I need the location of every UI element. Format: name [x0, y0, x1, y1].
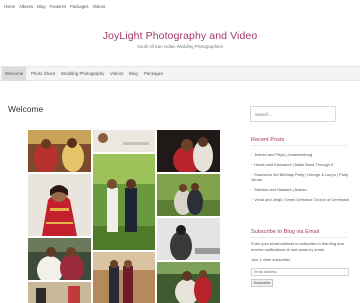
main-nav: Welcome Photo Shoot Wedding Photography … — [0, 66, 360, 81]
chevron-right-icon: › — [251, 197, 253, 202]
main-nav-packages[interactable]: Packages — [141, 67, 166, 81]
subscriber-count: Join 1 other subscriber — [251, 257, 291, 262]
site-tagline: South African Indian Wedding Photographe… — [137, 44, 223, 49]
recent-post-link[interactable]: › Shenika and Natasha | Avanto — [251, 187, 351, 192]
gallery-photo-couple-walking-path[interactable] — [93, 252, 155, 303]
page-title: Welcome — [8, 104, 44, 114]
recent-post-link[interactable]: › Vimal and Jesjit | Greek Orthodox Churc… — [251, 197, 351, 202]
gallery-photo-bride-couple-ceremony[interactable] — [28, 130, 91, 172]
gallery-photo-bride-side-profile[interactable] — [157, 262, 220, 303]
chevron-right-icon: › — [251, 187, 253, 192]
main-nav-wedding-photography[interactable]: Wedding Photography — [58, 67, 107, 81]
recent-post-title: Jeshen and Priya | Johannesburg — [254, 152, 313, 157]
email-field[interactable] — [251, 268, 349, 276]
main-nav-videos[interactable]: Videos — [107, 67, 126, 81]
main-nav-photo-shoot[interactable]: Photo Shoot — [28, 67, 58, 81]
gallery-photo-couple-in-red[interactable] — [157, 130, 220, 172]
recent-post-title: Shanesha 3rd Birthday Party | George & L… — [251, 172, 349, 182]
top-nav-packages[interactable]: Packages — [70, 3, 88, 11]
gallery-photo-couple-portrait-small[interactable] — [93, 130, 155, 152]
top-nav: Home Albums Blog Features Packages Video… — [4, 3, 105, 11]
gallery-photo-groom-and-bride-close[interactable] — [28, 238, 91, 280]
chevron-right-icon: › — [251, 152, 253, 157]
search-input[interactable] — [250, 106, 336, 122]
recent-post-title: Shenika and Natasha | Avanto — [254, 187, 307, 192]
chevron-right-icon: › — [251, 162, 253, 167]
gallery-photo-bride-in-red-sari[interactable] — [28, 174, 91, 236]
subscribe-button[interactable]: Subscribe — [251, 279, 273, 287]
recent-post-link[interactable]: › Shanesha 3rd Birthday Party | George & … — [251, 172, 351, 182]
widget-divider — [251, 145, 347, 146]
subscribe-title: Subscribe to Blog via Email — [251, 229, 320, 235]
gallery-photo-couple-on-steps[interactable] — [28, 282, 91, 303]
gallery-photo-couple-outdoor[interactable] — [157, 174, 220, 216]
recent-posts-title: Recent Posts — [251, 137, 285, 143]
top-nav-home[interactable]: Home — [4, 3, 15, 11]
gallery-photo-couple-black-white[interactable] — [157, 218, 220, 260]
subscribe-description: Enter your email address to subscribe to… — [251, 241, 344, 252]
recent-post-link[interactable]: › Jeshen and Priya | Johannesburg — [251, 152, 351, 157]
main-nav-blog[interactable]: Blog — [126, 67, 141, 81]
top-nav-videos[interactable]: Videos — [92, 3, 105, 11]
site-title[interactable]: JoyLight Photography and Video — [0, 30, 360, 42]
recent-post-title: Vimal and Jesjit | Greek Orthodox Church… — [254, 197, 350, 202]
gallery-photo-couple-in-garden[interactable] — [93, 154, 155, 250]
recent-post-title: Hiresh and Kamashni | Make Bona Through … — [254, 162, 334, 167]
widget-divider — [251, 237, 347, 238]
top-nav-albums[interactable]: Albums — [19, 3, 33, 11]
top-nav-blog[interactable]: Blog — [37, 3, 45, 11]
recent-post-link[interactable]: › Hiresh and Kamashni | Make Bona Through… — [251, 162, 351, 167]
top-nav-features[interactable]: Features — [50, 3, 67, 11]
main-nav-welcome[interactable]: Welcome — [2, 67, 27, 81]
